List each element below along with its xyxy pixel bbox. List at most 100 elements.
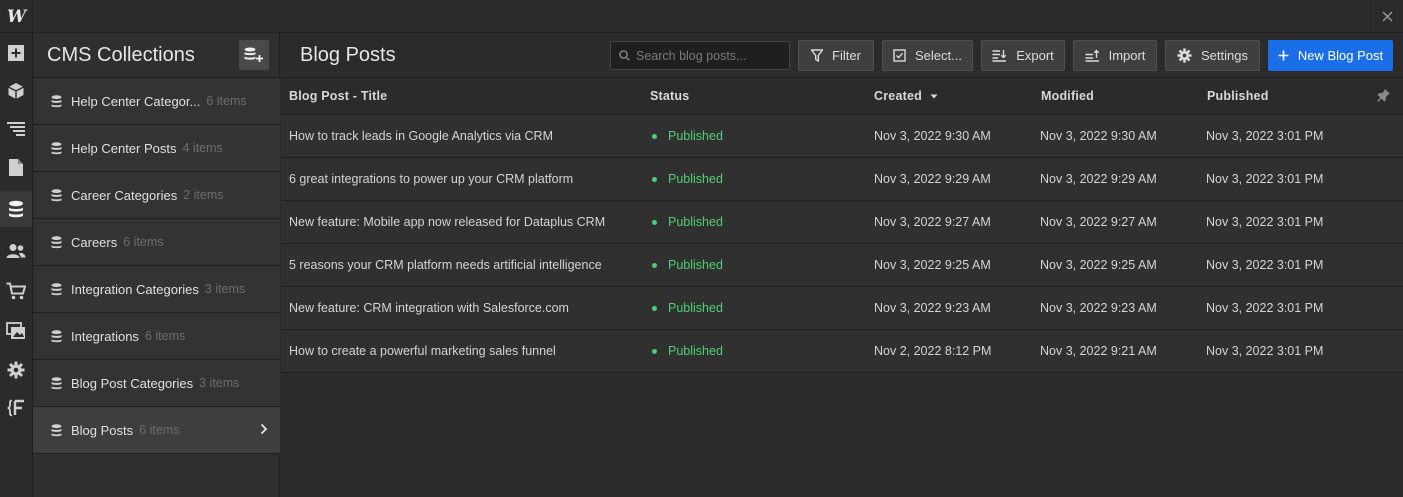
table-row[interactable]: New feature: Mobile app now released for… <box>281 201 1403 244</box>
table-row[interactable]: How to create a powerful marketing sales… <box>281 330 1403 373</box>
column-created[interactable]: Created <box>874 89 938 103</box>
rail-users[interactable] <box>0 233 32 269</box>
column-created-label: Created <box>874 89 922 103</box>
filter-icon <box>811 49 824 62</box>
row-created: Nov 3, 2022 9:29 AM <box>874 172 991 186</box>
main-panel: Blog Posts Filter Select... Export Impor… <box>281 33 1403 497</box>
row-title: 6 great integrations to power up your CR… <box>289 172 574 186</box>
rail-ecommerce[interactable] <box>0 273 32 309</box>
database-icon <box>51 423 62 436</box>
table-row[interactable]: New feature: CRM integration with Salesf… <box>281 287 1403 330</box>
rail-settings[interactable] <box>0 352 32 388</box>
row-status: Published <box>668 301 723 315</box>
new-blog-post-button[interactable]: New Blog Post <box>1268 40 1393 71</box>
row-published: Nov 3, 2022 3:01 PM <box>1206 215 1324 229</box>
row-status: Published <box>668 258 723 272</box>
collection-name: Career Categories <box>71 187 178 203</box>
row-published: Nov 3, 2022 3:01 PM <box>1206 344 1324 358</box>
logic-icon <box>7 399 24 417</box>
table-body: How to track leads in Google Analytics v… <box>281 115 1403 373</box>
collection-item-integration-categories[interactable]: Integration Categories 3 items <box>33 266 280 313</box>
status-dot <box>652 306 657 311</box>
collection-count: 3 items <box>199 376 240 390</box>
settings-button[interactable]: Settings <box>1165 40 1260 71</box>
close-button[interactable] <box>1370 0 1403 33</box>
collection-name: Integration Categories <box>71 281 199 297</box>
rail-add[interactable] <box>0 35 32 71</box>
row-modified: Nov 3, 2022 9:21 AM <box>1040 344 1157 358</box>
export-label: Export <box>1016 48 1054 63</box>
collections-header: CMS Collections <box>33 33 280 78</box>
webflow-logo[interactable]: W <box>0 0 33 33</box>
select-label: Select... <box>915 48 962 63</box>
row-modified: Nov 3, 2022 9:25 AM <box>1040 258 1157 272</box>
left-rail <box>0 33 33 497</box>
settings-icon <box>7 361 25 379</box>
main-header: Blog Posts Filter Select... Export Impor… <box>281 33 1403 78</box>
collection-item-career-categories[interactable]: Career Categories 2 items <box>33 172 280 219</box>
import-label: Import <box>1108 48 1146 63</box>
column-status[interactable]: Status <box>650 89 689 103</box>
database-icon <box>51 94 62 107</box>
status-dot <box>652 134 657 139</box>
table-header: Blog Post - Title Status Created Modifie… <box>281 78 1403 115</box>
rail-components[interactable] <box>0 73 32 109</box>
row-created: Nov 3, 2022 9:30 AM <box>874 129 991 143</box>
row-modified: Nov 3, 2022 9:27 AM <box>1040 215 1157 229</box>
collection-count: 6 items <box>123 235 164 249</box>
rail-pages[interactable] <box>0 149 32 185</box>
table-row[interactable]: 5 reasons your CRM platform needs artifi… <box>281 244 1403 287</box>
collection-name: Help Center Categor... <box>71 93 201 109</box>
collection-name: Careers <box>71 234 118 250</box>
pin-icon[interactable] <box>1377 88 1391 103</box>
checkbox-icon <box>893 49 906 62</box>
row-status: Published <box>668 129 723 143</box>
assets-icon <box>6 322 25 339</box>
row-created: Nov 3, 2022 9:27 AM <box>874 215 991 229</box>
add-collection-button[interactable] <box>239 40 269 70</box>
table-row[interactable]: How to track leads in Google Analytics v… <box>281 115 1403 158</box>
rail-assets[interactable] <box>0 313 32 349</box>
row-published: Nov 3, 2022 3:01 PM <box>1206 258 1324 272</box>
collection-item-help-center-posts[interactable]: Help Center Posts 4 items <box>33 125 280 172</box>
column-title[interactable]: Blog Post - Title <box>289 89 387 103</box>
row-status: Published <box>668 172 723 186</box>
select-button[interactable]: Select... <box>882 40 973 71</box>
sort-down-icon <box>930 94 938 99</box>
rail-cms[interactable] <box>0 191 32 227</box>
database-icon <box>51 235 62 248</box>
collection-item-careers[interactable]: Careers 6 items <box>33 219 280 266</box>
chevron-right-icon <box>260 423 268 435</box>
import-button[interactable]: Import <box>1073 40 1157 71</box>
collection-item-blog-posts[interactable]: Blog Posts 6 items <box>33 407 280 454</box>
row-title: How to track leads in Google Analytics v… <box>289 129 553 143</box>
row-published: Nov 3, 2022 3:01 PM <box>1206 129 1324 143</box>
table-row[interactable]: 6 great integrations to power up your CR… <box>281 158 1403 201</box>
collection-item-blog-post-categories[interactable]: Blog Post Categories 3 items <box>33 360 280 407</box>
add-collection-icon <box>244 47 263 62</box>
collection-count: 6 items <box>139 423 180 437</box>
plus-icon <box>1278 50 1289 61</box>
collection-item-help-center-categories[interactable]: Help Center Categor... 6 items <box>33 78 280 125</box>
navigator-icon <box>7 122 25 136</box>
export-button[interactable]: Export <box>981 40 1065 71</box>
database-icon <box>51 376 62 389</box>
column-modified[interactable]: Modified <box>1041 89 1094 103</box>
pages-icon <box>9 158 23 176</box>
column-published[interactable]: Published <box>1207 89 1269 103</box>
rail-navigator[interactable] <box>0 111 32 147</box>
search-box[interactable] <box>610 41 790 70</box>
rail-logic[interactable] <box>0 390 32 426</box>
filter-button[interactable]: Filter <box>798 40 874 71</box>
search-input[interactable] <box>636 48 786 63</box>
row-created: Nov 3, 2022 9:23 AM <box>874 301 991 315</box>
collection-count: 3 items <box>204 282 246 296</box>
row-created: Nov 3, 2022 9:25 AM <box>874 258 991 272</box>
collection-count: 4 items <box>182 141 223 155</box>
row-modified: Nov 3, 2022 9:30 AM <box>1040 129 1157 143</box>
collections-panel: CMS Collections Help Center Categor... 6… <box>33 33 280 497</box>
cube-icon <box>8 83 24 99</box>
export-icon <box>992 50 1007 62</box>
gear-icon <box>1177 48 1192 63</box>
collection-item-integrations[interactable]: Integrations 6 items <box>33 313 280 360</box>
